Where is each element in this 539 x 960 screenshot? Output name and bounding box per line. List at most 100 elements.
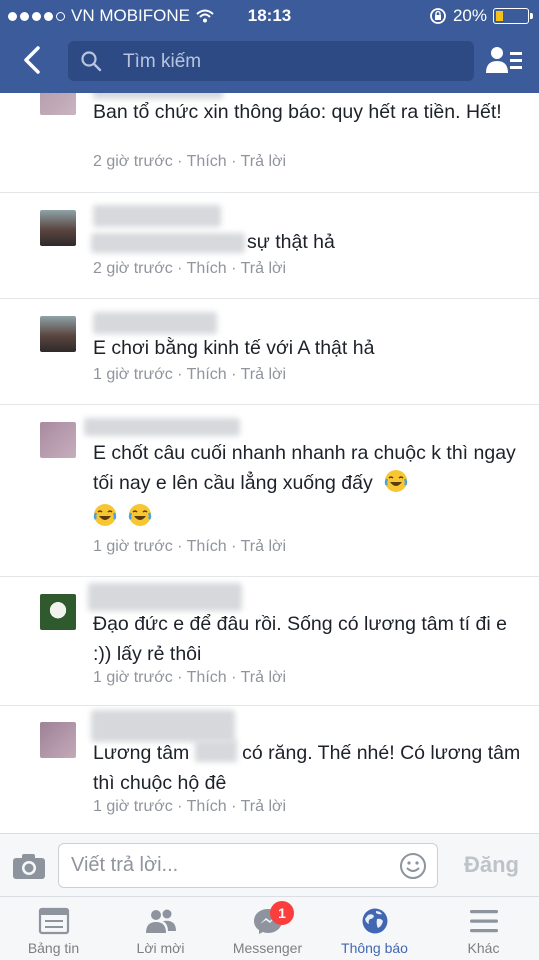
smiley-icon[interactable] (399, 852, 427, 880)
back-icon[interactable] (18, 45, 48, 75)
blurred-name (93, 312, 217, 334)
separator: · (231, 538, 237, 555)
status-right: 20% (429, 6, 533, 26)
notification-badge: 1 (270, 901, 294, 925)
separator: · (177, 798, 183, 815)
avatar[interactable] (40, 210, 76, 246)
comment-meta: 2 giờ trước · Thích · Trả lời (93, 153, 286, 171)
camera-icon[interactable] (12, 851, 46, 881)
reply-link[interactable]: Trả lời (241, 798, 286, 815)
globe-icon (362, 908, 387, 934)
comment-time: 1 giờ trước (93, 669, 173, 686)
separator: · (231, 153, 237, 170)
like-link[interactable]: Thích (187, 538, 227, 555)
battery-icon (493, 8, 533, 24)
avatar[interactable] (40, 93, 76, 115)
comment-text: E chốt câu cuối nhanh nhanh ra chuộc k t… (93, 438, 525, 532)
search-placeholder: Tìm kiếm (123, 51, 202, 72)
comment-text-part: Lương tâm (93, 742, 190, 764)
comment-meta: 1 giờ trước · Thích · Trả lời (93, 798, 286, 816)
comment-text-content: E chốt câu cuối nhanh nhanh ra chuộc k t… (93, 442, 516, 494)
comment-text: Đạo đức e để đâu rồi. Sống có lương tâm … (93, 613, 507, 665)
blurred-word (194, 740, 237, 762)
comment-meta: 1 giờ trước · Thích · Trả lời (93, 538, 286, 556)
reply-link[interactable]: Trả lời (241, 538, 286, 555)
separator: · (177, 669, 183, 686)
like-link[interactable]: Thích (187, 366, 227, 383)
comment-time: 1 giờ trước (93, 538, 173, 555)
comment-meta: 1 giờ trước · Thích · Trả lời (93, 669, 286, 687)
comment-time: 2 giờ trước (93, 153, 173, 170)
comment-item: Đạo đức e để đâu rồi. Sống có lương tâm … (0, 577, 539, 706)
comment-time: 2 giờ trước (93, 260, 173, 277)
reply-link[interactable]: Trả lời (241, 366, 286, 383)
tab-label: Bảng tin (27, 940, 80, 956)
reply-link[interactable]: Trả lời (241, 260, 286, 277)
post-button[interactable]: Đăng (464, 852, 519, 878)
separator: · (231, 669, 237, 686)
comment-meta: 2 giờ trước · Thích · Trả lời (93, 260, 286, 278)
comment-time: 1 giờ trước (93, 366, 173, 383)
blurred-text (91, 233, 245, 253)
comment-time: 1 giờ trước (93, 798, 173, 815)
rotation-lock-icon (430, 8, 446, 24)
like-link[interactable]: Thích (187, 798, 227, 815)
comment-text: Lương tâm có răng. Thế nhé! Có lương tâm… (93, 738, 525, 798)
comment-item: E chốt câu cuối nhanh nhanh ra chuộc k t… (0, 405, 539, 577)
like-link[interactable]: Thích (187, 260, 227, 277)
tears-of-joy-emoji-icon (384, 470, 408, 492)
comment-item: Ban tổ chức xin thông báo: quy hết ra ti… (0, 93, 539, 193)
blurred-name (93, 205, 221, 227)
like-link[interactable]: Thích (187, 669, 227, 686)
separator: · (177, 260, 183, 277)
menu-icon (469, 910, 498, 933)
avatar[interactable] (40, 422, 76, 458)
like-link[interactable]: Thích (187, 153, 227, 170)
separator: · (177, 153, 183, 170)
comment-meta: 1 giờ trước · Thích · Trả lời (93, 366, 286, 384)
avatar[interactable] (40, 722, 76, 758)
tab-friend-requests[interactable]: Lời mời (107, 897, 214, 960)
separator: · (177, 538, 183, 555)
separator: · (231, 260, 237, 277)
blurred-name (88, 583, 242, 611)
search-icon (81, 51, 102, 72)
friend-requests-icon (145, 909, 176, 933)
app-header: VN MOBIFONE 18:13 20% Tìm kiếm (0, 0, 539, 93)
comments-list: Ban tổ chức xin thông báo: quy hết ra ti… (0, 93, 539, 833)
friend-list-icon[interactable] (485, 44, 523, 76)
comment-text: E chơi bằng kinh tế với A thật hả (93, 337, 375, 359)
emoji-row (87, 502, 525, 532)
tears-of-joy-emoji-icon (93, 504, 117, 526)
status-bar: VN MOBIFONE 18:13 20% (0, 0, 539, 30)
reply-link[interactable]: Trả lời (241, 669, 286, 686)
reply-input[interactable]: Viết trả lời... (58, 843, 438, 888)
tab-messenger[interactable]: 1 Messenger (214, 897, 321, 960)
reply-link[interactable]: Trả lời (241, 153, 286, 170)
separator: · (231, 798, 237, 815)
news-feed-icon (38, 907, 69, 935)
avatar[interactable] (40, 316, 76, 352)
tab-label: Lời mời (136, 940, 185, 956)
tab-label: Khác (467, 940, 500, 956)
battery-percent: 20% (452, 6, 487, 25)
separator: · (177, 366, 183, 383)
tab-more[interactable]: Khác (428, 897, 539, 960)
tab-notifications[interactable]: Thông báo (321, 897, 428, 960)
comment-item: sự thật hả 2 giờ trước · Thích · Trả lời (0, 193, 539, 299)
reply-bar: Viết trả lời... Đăng (0, 833, 539, 896)
comment-item: E chơi bằng kinh tế với A thật hả 1 giờ … (0, 299, 539, 405)
nav-bar: Tìm kiếm (0, 36, 539, 86)
separator: · (231, 366, 237, 383)
reply-placeholder: Viết trả lời... (71, 854, 179, 876)
tab-news-feed[interactable]: Bảng tin (0, 897, 107, 960)
search-input[interactable]: Tìm kiếm (68, 41, 474, 81)
blurred-name (84, 418, 240, 436)
tab-bar: Bảng tin Lời mời 1 Messenger Thông báo K… (0, 896, 539, 960)
tears-of-joy-emoji-icon (129, 504, 152, 526)
tab-label: Messenger (232, 940, 303, 956)
tab-label: Thông báo (341, 940, 408, 956)
avatar[interactable] (40, 594, 76, 630)
comment-item: Lương tâm có răng. Thế nhé! Có lương tâm… (0, 706, 539, 833)
comment-text: Ban tổ chức xin thông báo: quy hết ra ti… (93, 101, 502, 123)
